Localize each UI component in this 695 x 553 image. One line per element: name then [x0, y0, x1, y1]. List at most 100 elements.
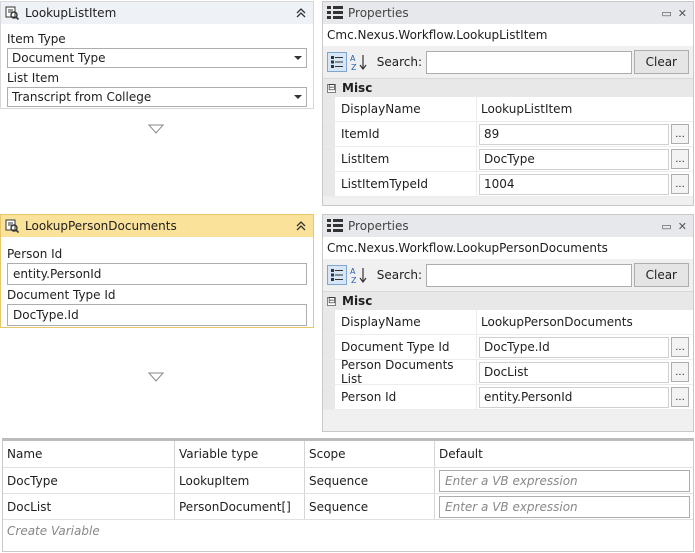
variable-type[interactable]: PersonDocument[]	[175, 494, 305, 519]
default-expression-input[interactable]: Enter a VB expression	[439, 495, 690, 518]
list-item-label: List Item	[7, 71, 60, 85]
panel-type-name: Cmc.Nexus.Workflow.LookupPersonDocuments	[323, 237, 693, 259]
minimize-icon[interactable]: ▭	[661, 7, 671, 20]
variable-name[interactable]: DocList	[3, 494, 175, 519]
alphabetical-sort-icon: A Z	[350, 267, 367, 284]
panel-title-bar: Properties ▭ ✕	[323, 215, 693, 237]
item-type-combo[interactable]: Document Type	[7, 48, 307, 68]
properties-grid-icon	[327, 6, 343, 19]
property-name: ListItemTypeId	[335, 172, 477, 196]
category-label: Misc	[342, 81, 373, 95]
collapse-category-icon[interactable]: ⊟	[327, 83, 336, 93]
search-input[interactable]	[426, 50, 632, 74]
property-name: ItemId	[335, 122, 477, 146]
variable-row[interactable]: DocList PersonDocument[] Sequence Enter …	[3, 494, 693, 520]
property-value-input[interactable]: 89	[479, 123, 669, 145]
property-row: DisplayName LookupListItem	[323, 97, 693, 122]
create-variable-row[interactable]: Create Variable	[3, 520, 693, 542]
clear-button[interactable]: Clear	[633, 50, 689, 74]
property-value-input[interactable]: entity.PersonId	[479, 386, 669, 408]
document-type-id-input[interactable]: DocType.Id	[7, 304, 307, 326]
property-name: Person Id	[335, 385, 477, 409]
property-name: Person Documents List	[335, 358, 477, 386]
svg-text:Z: Z	[351, 63, 357, 71]
column-header-default[interactable]: Default	[435, 441, 693, 467]
double-chevron-up-icon[interactable]	[295, 7, 307, 19]
search-label: Search:	[376, 268, 423, 282]
property-row: ItemId 89 ...	[323, 122, 693, 147]
column-header-variable-type[interactable]: Variable type	[175, 441, 305, 467]
category-misc[interactable]: ⊟ Misc	[323, 78, 693, 97]
variable-scope[interactable]: Sequence	[305, 468, 435, 493]
categorized-button[interactable]	[327, 265, 347, 285]
property-value-input[interactable]: 1004	[479, 173, 669, 195]
dropdown-arrow-icon[interactable]	[294, 94, 302, 100]
variable-name[interactable]: DocType	[3, 468, 175, 493]
ellipsis-button[interactable]: ...	[671, 337, 689, 357]
property-name: DisplayName	[335, 97, 477, 121]
ellipsis-button[interactable]: ...	[671, 174, 689, 194]
property-row: ListItem DocType ...	[323, 147, 693, 172]
close-icon[interactable]: ✕	[678, 220, 687, 233]
svg-text:A: A	[350, 267, 356, 276]
person-id-input[interactable]: entity.PersonId	[7, 263, 307, 285]
activity-header[interactable]: LookupListItem	[1, 2, 313, 24]
activity-header[interactable]: LookupPersonDocuments	[1, 215, 313, 237]
ellipsis-button[interactable]: ...	[671, 124, 689, 144]
triangle-down-icon	[148, 372, 164, 382]
activity-lookuppersondocuments[interactable]: LookupPersonDocuments Person Id entity.P…	[0, 214, 314, 328]
property-row: DisplayName LookupPersonDocuments	[323, 310, 693, 335]
variable-type[interactable]: LookupItem	[175, 468, 305, 493]
property-row: ListItemTypeId 1004 ...	[323, 172, 693, 197]
clear-button[interactable]: Clear	[633, 263, 689, 287]
ellipsis-button[interactable]: ...	[671, 362, 689, 382]
properties-grid-icon	[327, 219, 343, 232]
property-name: DisplayName	[335, 310, 477, 334]
categorized-icon	[330, 269, 343, 281]
collapse-category-icon[interactable]: ⊟	[327, 296, 336, 306]
document-type-id-label: Document Type Id	[7, 288, 116, 302]
default-expression-input[interactable]: Enter a VB expression	[439, 469, 690, 492]
variables-header-row: Name Variable type Scope Default	[3, 441, 693, 468]
panel-toolbar: A Z Search: Clear	[323, 46, 693, 78]
alphabetical-button[interactable]: A Z	[349, 52, 369, 72]
svg-text:Z: Z	[351, 276, 357, 284]
double-chevron-up-icon[interactable]	[295, 220, 307, 232]
column-header-scope[interactable]: Scope	[305, 441, 435, 467]
close-icon[interactable]: ✕	[678, 7, 687, 20]
list-item-value: Transcript from College	[12, 90, 152, 104]
category-misc[interactable]: ⊟ Misc	[323, 291, 693, 310]
variable-row[interactable]: DocType LookupItem Sequence Enter a VB e…	[3, 468, 693, 494]
activity-title: LookupListItem	[25, 6, 117, 20]
property-value[interactable]: LookupListItem	[479, 102, 572, 116]
svg-text:A: A	[350, 54, 356, 63]
properties-panel-lookuplistitem[interactable]: Properties ▭ ✕ Cmc.Nexus.Workflow.Lookup…	[322, 1, 694, 206]
ellipsis-button[interactable]: ...	[671, 387, 689, 407]
minimize-icon[interactable]: ▭	[661, 220, 671, 233]
alphabetical-button[interactable]: A Z	[349, 265, 369, 285]
panel-title: Properties	[348, 219, 409, 233]
panel-toolbar: A Z Search: Clear	[323, 259, 693, 291]
variable-scope[interactable]: Sequence	[305, 494, 435, 519]
ellipsis-button[interactable]: ...	[671, 149, 689, 169]
panel-title: Properties	[348, 6, 409, 20]
category-label: Misc	[342, 294, 373, 308]
property-value-input[interactable]: DocList	[479, 361, 669, 383]
variables-grid: Name Variable type Scope Default DocType…	[2, 438, 694, 552]
categorized-button[interactable]	[327, 52, 347, 72]
activity-lookuplistitem[interactable]: LookupListItem Item Type Document Type L…	[0, 1, 314, 109]
item-type-value: Document Type	[12, 51, 106, 65]
property-row: Person Documents List DocList ...	[323, 358, 693, 386]
property-name: ListItem	[335, 147, 477, 171]
column-header-name[interactable]: Name	[3, 441, 175, 467]
list-item-combo[interactable]: Transcript from College	[7, 87, 307, 107]
property-value[interactable]: LookupPersonDocuments	[479, 315, 633, 329]
panel-type-name: Cmc.Nexus.Workflow.LookupListItem	[323, 24, 693, 46]
property-value-input[interactable]: DocType	[479, 148, 669, 170]
categorized-icon	[330, 56, 343, 68]
search-input[interactable]	[426, 263, 632, 287]
dropdown-arrow-icon[interactable]	[294, 55, 302, 61]
properties-panel-lookuppersondocuments[interactable]: Properties ▭ ✕ Cmc.Nexus.Workflow.Lookup…	[322, 214, 694, 432]
property-name: Document Type Id	[335, 335, 477, 359]
property-value-input[interactable]: DocType.Id	[479, 336, 669, 358]
